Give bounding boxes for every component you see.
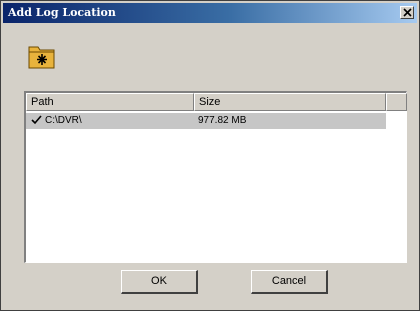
list-header: Path Size [26, 93, 407, 111]
folder-icon [27, 41, 57, 71]
title-bar[interactable]: Add Log Location [3, 3, 417, 23]
row-path: C:\DVR\ [45, 115, 82, 126]
check-icon[interactable] [31, 115, 42, 126]
row-size: 977.82 MB [198, 115, 247, 126]
dialog-window: Add Log Location Path Size C:\DVR\ 977.8… [0, 0, 420, 311]
list-item[interactable]: C:\DVR\ 977.82 MB [26, 113, 386, 129]
close-button[interactable] [400, 6, 414, 19]
cancel-button[interactable]: Cancel [251, 270, 328, 294]
log-location-list[interactable]: Path Size C:\DVR\ 977.82 MB [24, 91, 407, 263]
column-header-filler [386, 93, 407, 111]
column-header-path[interactable]: Path [26, 93, 194, 111]
window-title: Add Log Location [8, 6, 116, 19]
close-icon [403, 8, 412, 17]
ok-button[interactable]: OK [121, 270, 198, 294]
column-header-size[interactable]: Size [194, 93, 386, 111]
